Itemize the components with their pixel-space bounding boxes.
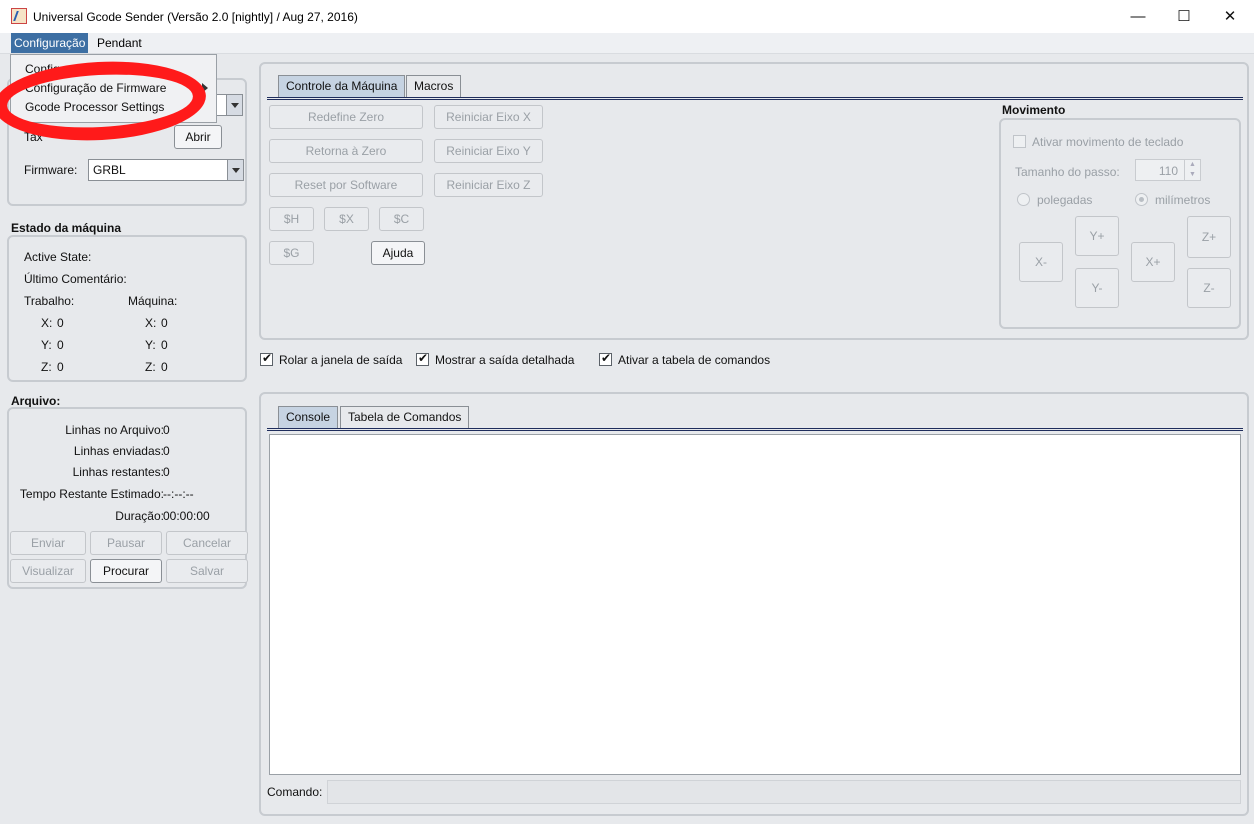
reset-y-button[interactable]: Reiniciar Eixo Y	[434, 139, 543, 163]
send-button[interactable]: Enviar	[10, 531, 86, 555]
work-z-value: 0	[57, 360, 64, 374]
cancel-button[interactable]: Cancelar	[166, 531, 248, 555]
unlock-command-button[interactable]: $X	[324, 207, 369, 231]
soft-reset-button[interactable]: Reset por Software	[269, 173, 423, 197]
millimeters-label: milímetros	[1155, 193, 1211, 207]
chevron-down-icon	[226, 95, 242, 115]
file-title: Arquivo:	[11, 394, 61, 408]
machine-state-title: Estado da máquina	[11, 221, 122, 235]
step-size-label: Tamanho do passo:	[1015, 165, 1120, 179]
file-lines-value: 0	[163, 423, 170, 437]
jog-x-plus-button[interactable]: X+	[1131, 242, 1175, 282]
movement-title: Movimento	[1002, 103, 1066, 117]
tab-separator	[267, 97, 1243, 100]
estimated-time-value: --:--:--	[163, 487, 194, 501]
millimeters-radio[interactable]	[1135, 193, 1148, 206]
return-zero-button[interactable]: Retorna à Zero	[269, 139, 423, 163]
command-input[interactable]	[327, 780, 1241, 804]
pause-button[interactable]: Pausar	[90, 531, 162, 555]
minimize-button[interactable]: —	[1115, 0, 1161, 33]
reset-x-button[interactable]: Reiniciar Eixo X	[434, 105, 543, 129]
save-button[interactable]: Salvar	[166, 559, 248, 583]
jog-y-minus-button[interactable]: Y-	[1075, 268, 1119, 308]
file-panel: Linhas no Arquivo: 0 Linhas enviadas: 0 …	[7, 407, 248, 589]
firmware-value: GRBL	[93, 163, 126, 177]
machine-x-label: X:	[145, 316, 157, 330]
console-output[interactable]	[269, 434, 1241, 775]
verbose-output-label: Mostrar a saída detalhada	[435, 353, 575, 367]
scroll-output-checkbox[interactable]	[260, 351, 273, 366]
last-comment-label: Último Comentário:	[24, 272, 127, 286]
console-panel: Console Tabela de Comandos Comando:	[259, 392, 1249, 816]
verbose-output-checkbox[interactable]	[416, 351, 429, 366]
menu-bar: Configuração Pendant	[0, 33, 1254, 54]
jog-z-minus-button[interactable]: Z-	[1187, 268, 1231, 308]
file-lines-label: Linhas no Arquivo:	[65, 423, 164, 437]
check-command-button[interactable]: $C	[379, 207, 424, 231]
machine-label: Máquina:	[128, 294, 178, 308]
window-title: Universal Gcode Sender (Versão 2.0 [nigh…	[33, 10, 358, 24]
scroll-output-label: Rolar a janela de saída	[279, 353, 403, 367]
help-button[interactable]: Ajuda	[371, 241, 425, 265]
work-x-value: 0	[57, 316, 64, 330]
work-y-label: Y:	[41, 338, 52, 352]
work-z-label: Z:	[41, 360, 52, 374]
work-y-value: 0	[57, 338, 64, 352]
sent-lines-label: Linhas enviadas:	[73, 444, 164, 458]
close-button[interactable]: ✕	[1207, 0, 1253, 33]
duration-label: Duração:	[115, 509, 164, 523]
machine-x-value: 0	[161, 316, 168, 330]
inches-radio[interactable]	[1017, 193, 1030, 206]
java-app-icon	[11, 8, 27, 24]
remaining-lines-value: 0	[163, 465, 170, 479]
machine-y-value: 0	[161, 338, 168, 352]
command-table-label: Ativar a tabela de comandos	[618, 353, 771, 367]
estimated-time-label: Tempo Restante Estimado:	[19, 487, 164, 501]
keyboard-movement-checkbox[interactable]	[1013, 135, 1026, 148]
menu-configuracao[interactable]: Configuração	[11, 33, 89, 53]
command-table-checkbox[interactable]	[599, 351, 612, 366]
command-label: Comando:	[267, 785, 323, 799]
menu-pendant[interactable]: Pendant	[94, 33, 145, 53]
tab-machine-control[interactable]: Controle da Máquina	[278, 75, 406, 97]
tab-command-table[interactable]: Tabela de Comandos	[340, 406, 470, 428]
open-button[interactable]: Abrir	[174, 125, 222, 149]
active-state-label: Active State:	[24, 250, 92, 264]
jog-z-plus-button[interactable]: Z+	[1187, 216, 1231, 258]
remaining-lines-label: Linhas restantes:	[72, 465, 164, 479]
chevron-down-icon	[227, 160, 243, 180]
home-command-button[interactable]: $H	[269, 207, 314, 231]
duration-value: 00:00:00	[163, 509, 210, 523]
movement-panel: Ativar movimento de teclado Tamanho do p…	[999, 118, 1241, 329]
visualize-button[interactable]: Visualizar	[10, 559, 86, 583]
machine-control-panel: Controle da Máquina Macros Redefine Zero…	[259, 62, 1249, 340]
jog-x-minus-button[interactable]: X-	[1019, 242, 1063, 282]
firmware-label: Firmware:	[24, 163, 78, 177]
step-size-spinner[interactable]: 110 ▲ ▼	[1135, 159, 1201, 181]
sent-lines-value: 0	[163, 444, 170, 458]
reset-z-button[interactable]: Reiniciar Eixo Z	[434, 173, 543, 197]
keyboard-movement-label: Ativar movimento de teclado	[1032, 135, 1184, 149]
spinner-arrows-icon[interactable]: ▲ ▼	[1184, 160, 1200, 180]
tab-macros[interactable]: Macros	[406, 75, 462, 97]
browse-button[interactable]: Procurar	[90, 559, 162, 583]
step-size-value: 110	[1158, 164, 1178, 178]
machine-z-value: 0	[161, 360, 168, 374]
work-x-label: X:	[41, 316, 53, 330]
gcode-state-button[interactable]: $G	[269, 241, 314, 265]
tab-console[interactable]: Console	[278, 406, 339, 428]
machine-z-label: Z:	[145, 360, 156, 374]
machine-state-panel: Active State: Último Comentário: Trabalh…	[7, 235, 247, 382]
work-label: Trabalho:	[24, 294, 75, 308]
title-bar: Universal Gcode Sender (Versão 2.0 [nigh…	[0, 0, 1254, 33]
tab-separator	[267, 428, 1243, 431]
maximize-button[interactable]: ☐	[1161, 0, 1207, 33]
firmware-select[interactable]: GRBL	[88, 159, 244, 181]
jog-y-plus-button[interactable]: Y+	[1075, 216, 1119, 256]
reset-zero-button[interactable]: Redefine Zero	[269, 105, 423, 129]
inches-label: polegadas	[1037, 193, 1093, 207]
machine-y-label: Y:	[145, 338, 156, 352]
